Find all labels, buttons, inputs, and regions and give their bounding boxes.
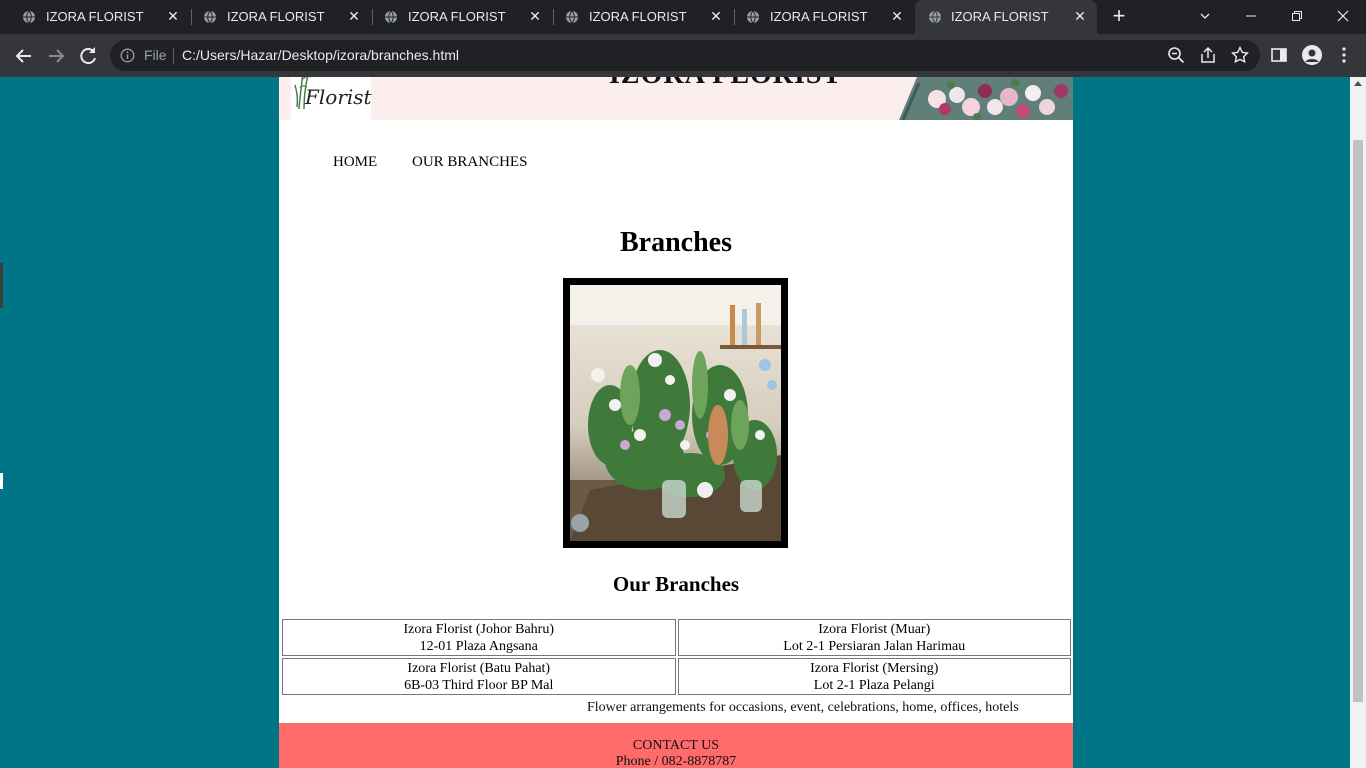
scroll-up-arrow-icon[interactable] <box>1354 81 1362 86</box>
share-icon[interactable] <box>1199 46 1217 64</box>
left-edge-mark <box>0 473 3 489</box>
chevron-down-icon[interactable] <box>1193 5 1217 27</box>
url-text[interactable]: C:/Users/Hazar/Desktop/izora/branches.ht… <box>182 47 459 63</box>
branch-cell: Izora Florist (Mersing) Lot 2-1 Plaza Pe… <box>677 658 1071 695</box>
tab-close-icon[interactable]: ✕ <box>1071 7 1089 25</box>
contact-footer: CONTACT US Phone / 082-8878787 <box>279 723 1073 768</box>
file-label: File <box>144 47 167 63</box>
branch-name: Izora Florist (Mersing) <box>810 660 939 676</box>
flower-bouquet-image <box>885 77 1073 120</box>
table-row: Izora Florist (Johor Bahru) 12-01 Plaza … <box>282 619 1071 656</box>
branch-name: Izora Florist (Johor Bahru) <box>403 621 554 637</box>
branch-name: Izora Florist (Muar) <box>818 621 931 637</box>
logo[interactable]: Florist <box>291 77 372 120</box>
globe-icon <box>929 10 941 24</box>
tab-close-icon[interactable]: ✕ <box>345 7 363 25</box>
nav-link-our-branches[interactable]: OUR BRANCHES <box>412 154 527 171</box>
contact-phone: Phone / 082-8878787 <box>615 754 737 768</box>
browser-tab[interactable]: IZORA FLORIST ✕ <box>362 0 552 34</box>
tab-close-icon[interactable]: ✕ <box>707 7 725 25</box>
browser-tab[interactable]: IZORA FLORIST ✕ <box>181 0 371 34</box>
branch-address: 6B-03 Third Floor BP Mal <box>404 677 554 693</box>
scrollbar-thumb[interactable] <box>1353 140 1363 702</box>
tagline: Flower arrangements for occasions, event… <box>587 700 1019 715</box>
tab-close-icon[interactable]: ✕ <box>164 7 182 25</box>
contact-title: CONTACT US <box>632 738 720 753</box>
browser-tab[interactable]: IZORA FLORIST ✕ <box>543 0 733 34</box>
address-bar[interactable]: File C:/Users/Hazar/Desktop/izora/branch… <box>110 40 1260 71</box>
table-row: Izora Florist (Batu Pahat) 6B-03 Third F… <box>282 658 1071 695</box>
plus-icon[interactable]: + <box>1108 5 1130 28</box>
header-banner: Florist IZORA FLORIST <box>279 77 1073 120</box>
forward-arrow-icon[interactable] <box>43 43 69 69</box>
zoom-icon[interactable] <box>1167 46 1185 64</box>
minimize-icon[interactable] <box>1239 5 1263 27</box>
globe-icon <box>747 10 759 24</box>
browser-tab[interactable]: IZORA FLORIST ✕ <box>724 0 914 34</box>
star-icon[interactable] <box>1231 46 1249 64</box>
left-edge-mark <box>0 263 3 308</box>
tab-title: IZORA FLORIST <box>227 9 325 24</box>
browser-tab-active[interactable]: IZORA FLORIST ✕ <box>915 0 1097 34</box>
shop-photo <box>563 278 788 548</box>
browser-tab[interactable]: IZORA FLORIST ✕ <box>0 0 190 34</box>
profile-avatar-icon[interactable] <box>1302 45 1322 65</box>
tab-title: IZORA FLORIST <box>408 9 506 24</box>
section-subheading: Our Branches <box>612 572 740 596</box>
globe-icon <box>204 10 216 24</box>
omnibox-divider <box>173 48 174 64</box>
close-icon[interactable] <box>1331 5 1355 27</box>
site-title: IZORA FLORIST <box>609 77 842 91</box>
globe-icon <box>566 10 578 24</box>
branch-address: Lot 2-1 Persiaran Jalan Harimau <box>783 638 966 654</box>
back-arrow-icon[interactable] <box>11 43 37 69</box>
vertical-scrollbar[interactable] <box>1350 77 1366 768</box>
nav-link-home[interactable]: HOME <box>333 154 377 171</box>
more-menu-icon[interactable] <box>1335 46 1353 64</box>
page-viewport: Florist IZORA FLORIST <box>0 77 1350 768</box>
page-title: Branches <box>620 227 732 258</box>
branches-table: Izora Florist (Johor Bahru) 12-01 Plaza … <box>280 617 1073 697</box>
tab-title: IZORA FLORIST <box>46 9 144 24</box>
branch-name: Izora Florist (Batu Pahat) <box>407 660 551 676</box>
branch-cell: Izora Florist (Johor Bahru) 12-01 Plaza … <box>282 619 676 656</box>
branch-cell: Izora Florist (Muar) Lot 2-1 Persiaran J… <box>677 619 1071 656</box>
logo-text: Florist <box>305 85 372 109</box>
globe-icon <box>385 10 397 24</box>
florist-shop-image <box>570 285 781 541</box>
tab-title: IZORA FLORIST <box>589 9 687 24</box>
tab-title: IZORA FLORIST <box>951 9 1049 24</box>
side-panel-icon[interactable] <box>1270 46 1288 64</box>
branch-cell: Izora Florist (Batu Pahat) 6B-03 Third F… <box>282 658 676 695</box>
reload-icon[interactable] <box>75 43 101 69</box>
tab-close-icon[interactable]: ✕ <box>888 7 906 25</box>
browser-toolbar: File C:/Users/Hazar/Desktop/izora/branch… <box>0 34 1366 77</box>
globe-icon <box>23 10 35 24</box>
info-icon[interactable] <box>120 48 135 63</box>
tab-title: IZORA FLORIST <box>770 9 868 24</box>
branch-address: 12-01 Plaza Angsana <box>419 638 538 654</box>
tab-close-icon[interactable]: ✕ <box>526 7 544 25</box>
branch-address: Lot 2-1 Plaza Pelangi <box>813 677 935 693</box>
restore-icon[interactable] <box>1285 5 1309 27</box>
page-container: Florist IZORA FLORIST <box>279 77 1073 768</box>
tab-strip: IZORA FLORIST ✕ IZORA FLORIST ✕ IZORA FL… <box>0 0 1366 34</box>
